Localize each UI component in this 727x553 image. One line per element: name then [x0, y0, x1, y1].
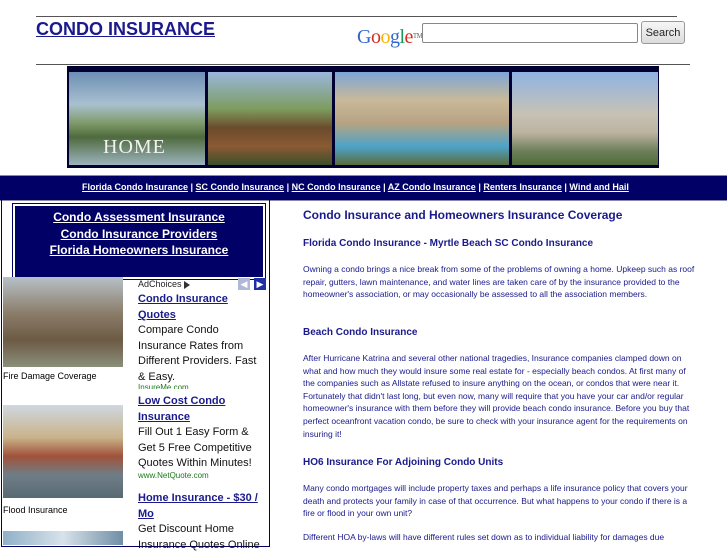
- ad-title[interactable]: Home Insurance - $30 / Mo: [138, 490, 263, 522]
- section-heading: Beach Condo Insurance: [303, 327, 418, 338]
- banner-photo-cabin: [208, 72, 332, 165]
- section-text: Many condo mortgages will include proper…: [303, 483, 688, 519]
- fire-damage-image[interactable]: [3, 277, 123, 367]
- page-title: Condo Insurance and Homeowners Insurance…: [303, 208, 623, 222]
- nav-links: Florida Condo Insurance | SC Condo Insur…: [82, 182, 629, 192]
- nav-bar: Florida Condo Insurance | SC Condo Insur…: [0, 175, 727, 201]
- sidebar-link-box: Condo Assessment Insurance Condo Insuran…: [12, 203, 266, 280]
- ad-body: Get Discount Home Insurance Quotes Onlin…: [138, 523, 260, 551]
- banner-photo-resort: [335, 72, 509, 165]
- ad-title[interactable]: Condo Insurance Quotes: [138, 291, 263, 323]
- ad-title[interactable]: Low Cost Condo Insurance: [138, 393, 263, 425]
- adchoices-icon: [183, 280, 190, 289]
- ad-body: Fill Out 1 Easy Form & Get 5 Free Compet…: [138, 426, 252, 469]
- nav-link-nc[interactable]: NC Condo Insurance: [292, 182, 381, 192]
- nav-link-sc[interactable]: SC Condo Insurance: [196, 182, 285, 192]
- ad-url[interactable]: www.NetQuote.com: [138, 471, 209, 480]
- banner-photo-condos: [512, 72, 658, 165]
- sidebar-link-florida-homeowners[interactable]: Florida Homeowners Insurance: [15, 242, 263, 259]
- banner: HOME: [67, 66, 659, 168]
- nav-link-wind-hail[interactable]: Wind and Hail: [569, 182, 628, 192]
- ad-prev-icon[interactable]: ◀: [238, 278, 250, 290]
- top-divider: [36, 16, 677, 17]
- nav-link-renters[interactable]: Renters Insurance: [483, 182, 562, 192]
- thumb-caption[interactable]: Flood Insurance: [3, 505, 68, 515]
- section-text: After Hurricane Katrina and several othe…: [303, 353, 690, 439]
- google-logo: GoogleTM: [357, 26, 423, 48]
- section-text: Owning a condo brings a nice break from …: [303, 264, 695, 300]
- sidebar-link-providers[interactable]: Condo Insurance Providers: [15, 226, 263, 243]
- search-button[interactable]: Search: [641, 21, 685, 44]
- adchoices-label[interactable]: AdChoices: [138, 279, 190, 289]
- search-input[interactable]: [422, 23, 638, 43]
- home-label: HOME: [103, 136, 166, 158]
- section-heading: HO6 Insurance For Adjoining Condo Units: [303, 457, 504, 468]
- sidebar-link-assessment[interactable]: Condo Assessment Insurance: [15, 209, 263, 226]
- section-heading: Florida Condo Insurance - Myrtle Beach S…: [303, 238, 594, 249]
- section-text: Different HOA by-laws will have differen…: [303, 532, 665, 542]
- header-divider: [36, 64, 690, 65]
- thumb-caption[interactable]: Fire Damage Coverage: [3, 371, 97, 381]
- ad-next-icon[interactable]: ▶: [254, 278, 266, 290]
- banner-photo-lake[interactable]: HOME: [69, 72, 205, 165]
- nav-link-florida[interactable]: Florida Condo Insurance: [82, 182, 188, 192]
- condo-image[interactable]: [3, 531, 123, 545]
- ad-body: Compare Condo Insurance Rates from Diffe…: [138, 324, 257, 383]
- flood-image[interactable]: [3, 405, 123, 498]
- nav-link-az[interactable]: AZ Condo Insurance: [388, 182, 476, 192]
- site-title-link[interactable]: CONDO INSURANCE: [36, 19, 215, 40]
- ad-url[interactable]: InsureMe.com: [138, 383, 189, 389]
